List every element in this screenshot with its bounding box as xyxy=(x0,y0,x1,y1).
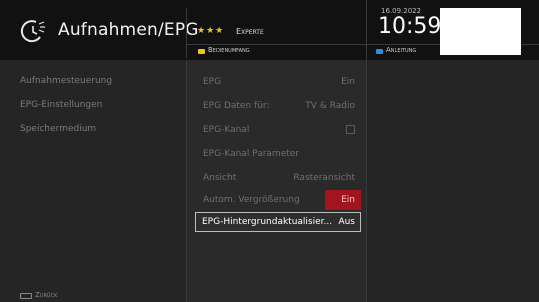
back-button-label[interactable]: Zurück xyxy=(35,291,57,299)
sidebar-item-storage-medium[interactable]: Speichermedium xyxy=(20,124,96,134)
setting-value-highlighted: Ein xyxy=(325,190,361,210)
experience-stars: ★★★ xyxy=(197,26,225,36)
setting-row-epg-data-for[interactable]: EPG Daten für: TV & Radio xyxy=(195,96,361,116)
sidebar-item-epg-settings[interactable]: EPG-Einstellungen xyxy=(20,100,102,110)
setting-label: Autom. Vergrößerung xyxy=(203,195,300,205)
guide-button-label[interactable]: Anleitung xyxy=(386,46,416,54)
header-divider xyxy=(186,8,187,58)
setting-value: TV & Radio xyxy=(305,101,355,111)
setting-label: Ansicht xyxy=(203,173,237,183)
header-bar: Aufnahmen/EPG ★★★ Experte Bedienumfang 1… xyxy=(0,0,539,60)
yellow-key-icon xyxy=(198,49,205,54)
setting-row-auto-zoom[interactable]: Autom. Vergrößerung Ein xyxy=(195,190,361,210)
sidebar-item-recording-control[interactable]: Aufnahmesteuerung xyxy=(20,76,112,86)
record-epg-logo-icon xyxy=(20,20,45,43)
sidebar xyxy=(0,60,186,302)
setting-value: Rasteransicht xyxy=(293,173,355,183)
setting-row-epg-background-update[interactable]: EPG-Hintergrundaktualisier... Aus xyxy=(195,212,361,232)
settings-panel: EPG Ein EPG Daten für: TV & Radio EPG-Ka… xyxy=(186,60,366,302)
setting-row-epg[interactable]: EPG Ein xyxy=(195,72,361,92)
setting-label: EPG Daten für: xyxy=(203,101,270,111)
tv-preview-window xyxy=(440,8,521,55)
experience-level: Experte xyxy=(236,27,264,36)
setting-label: EPG-Kanal xyxy=(203,125,250,135)
setting-label: EPG xyxy=(203,77,222,87)
setting-label: EPG-Hintergrundaktualisier... xyxy=(202,217,333,227)
setting-value: Ein xyxy=(341,77,355,87)
page-title: Aufnahmen/EPG xyxy=(58,20,199,40)
scope-button-label[interactable]: Bedienumfang xyxy=(208,46,250,54)
back-key-icon xyxy=(20,293,32,299)
setting-row-epg-channel-parameter[interactable]: EPG-Kanal Parameter xyxy=(195,144,361,164)
header-divider xyxy=(366,0,367,60)
setting-row-view[interactable]: Ansicht Rasteransicht xyxy=(195,168,361,188)
clock-display: 10:59 xyxy=(378,14,442,39)
setting-row-epg-channel[interactable]: EPG-Kanal xyxy=(195,120,361,140)
info-panel xyxy=(366,60,539,302)
blue-key-icon xyxy=(376,49,383,54)
setting-value: Aus xyxy=(338,217,355,227)
epg-channel-checkbox[interactable] xyxy=(346,125,355,134)
setting-label: EPG-Kanal Parameter xyxy=(203,149,299,159)
